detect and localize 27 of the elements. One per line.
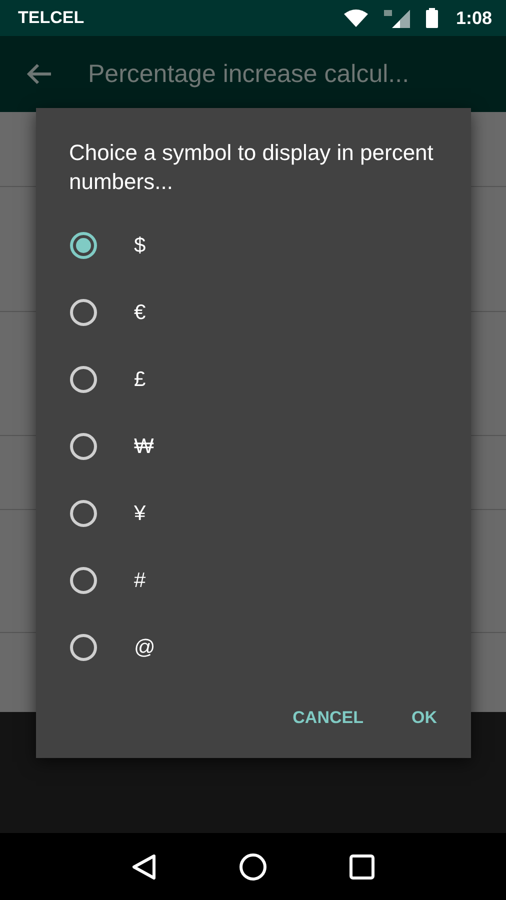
option-label[interactable]: # [134,568,146,592]
option-label[interactable]: ¥ [134,502,146,526]
overview-icon[interactable] [349,854,375,880]
screen-title: Percentage increase calcul... [88,60,410,88]
battery-icon [426,8,438,28]
signal-icon [382,8,412,28]
clock-time: 1:08 [456,8,492,28]
back-icon[interactable] [131,852,157,880]
wifi-icon [344,9,368,27]
cancel-button[interactable]: CANCEL [282,700,374,736]
option-label[interactable]: € [134,300,146,324]
radio-button[interactable] [70,232,97,259]
dialog-title: Choice a symbol to display in percent numbers... [69,139,434,196]
back-arrow-icon[interactable] [26,63,52,85]
option-label[interactable]: £ [134,368,146,392]
option-label[interactable]: @ [134,636,156,660]
carrier-name: TELCEL [18,8,84,28]
radio-button[interactable] [70,366,97,393]
radio-button[interactable] [70,433,97,460]
home-icon[interactable] [239,852,267,880]
option-label[interactable]: ₩ [134,434,154,458]
radio-button[interactable] [70,299,97,326]
ok-button[interactable]: OK [402,700,447,736]
radio-button[interactable] [70,634,97,661]
radio-button[interactable] [70,567,97,594]
option-label[interactable]: $ [134,234,146,258]
radio-button[interactable] [70,500,97,527]
